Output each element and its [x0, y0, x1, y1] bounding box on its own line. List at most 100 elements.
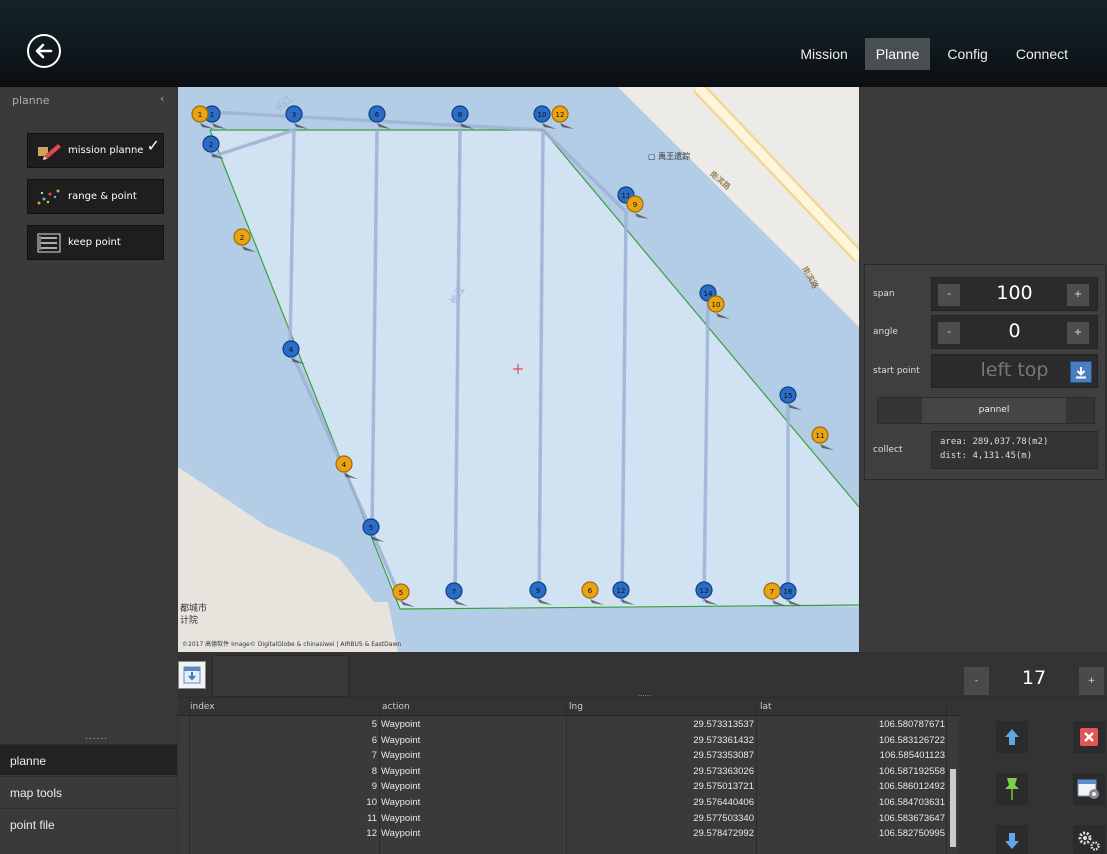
place-label: 计院 [180, 616, 199, 626]
table-row[interactable]: 11 Waypoint 29.577503340 106.583673647 [178, 811, 959, 826]
svg-text:12: 12 [617, 587, 626, 595]
tool-label: mission planne [68, 145, 144, 156]
cell-action: Waypoint [381, 765, 421, 777]
tool-label: keep point [68, 237, 121, 248]
span-minus-button[interactable]: - [938, 284, 960, 306]
count-plus-button[interactable]: + [1079, 667, 1104, 695]
delete-icon[interactable] [1073, 721, 1105, 753]
main-nav: Mission Planne Config Connect [783, 38, 1079, 70]
tab-map-tools[interactable]: map tools [0, 776, 177, 807]
cell-lng: 29.573361432 [693, 734, 754, 746]
span-value[interactable]: 100 [962, 282, 1067, 304]
sidebar-splitter[interactable]: ...... [85, 732, 108, 742]
cell-action: Waypoint [381, 828, 421, 840]
span-plus-button[interactable]: + [1067, 284, 1089, 306]
back-arrow-icon[interactable] [27, 34, 61, 68]
gears-icon[interactable] [1073, 825, 1105, 854]
nav-planne[interactable]: Planne [864, 38, 931, 70]
collect-summary: area: 289,037.78(m2) dist: 4,131.45(m) [931, 431, 1098, 469]
cell-lat: 106.582750995 [878, 828, 945, 840]
count-value[interactable]: 17 [1004, 667, 1064, 689]
span-stepper: - 100 + [931, 277, 1098, 311]
waypoint-toolbar: ...... - 17 + [178, 653, 1107, 698]
svg-text:5: 5 [399, 589, 403, 597]
dist-value: dist: 4,131.45(m) [940, 451, 1033, 461]
svg-text:4: 4 [342, 461, 347, 469]
cell-index: 10 [366, 797, 377, 808]
download-icon[interactable] [1070, 361, 1092, 383]
cell-lng: 29.573313537 [693, 719, 754, 730]
cell-index: 8 [371, 765, 377, 777]
cell-index: 9 [371, 781, 377, 793]
cell-index: 5 [371, 719, 377, 730]
table-row[interactable]: 9 Waypoint 29.575013721 106.586012492 [178, 779, 959, 794]
move-up-icon[interactable] [996, 721, 1028, 753]
toolbar-slot [212, 655, 349, 697]
pannel-button[interactable]: pannel [922, 398, 1066, 423]
table-row[interactable]: 5 Waypoint 29.573313537 106.580787671 [178, 717, 959, 732]
tab-planne[interactable]: planne [0, 744, 177, 775]
cell-lng: 29.577503340 [693, 812, 754, 824]
col-lat[interactable]: lat [760, 702, 772, 712]
cell-lat: 106.585401123 [879, 750, 945, 762]
export-icon[interactable] [178, 661, 206, 689]
cell-action: Waypoint [381, 781, 421, 793]
angle-plus-button[interactable]: + [1067, 322, 1089, 344]
svg-text:1: 1 [210, 111, 214, 119]
cell-lng: 29.576440406 [693, 797, 754, 808]
col-action[interactable]: action [382, 702, 410, 712]
svg-text:8: 8 [458, 111, 462, 119]
angle-minus-button[interactable]: - [938, 322, 960, 344]
svg-text:15: 15 [784, 392, 793, 400]
table-scrollbar[interactable] [950, 769, 956, 847]
table-row[interactable]: 8 Waypoint 29.573363026 106.587192558 [178, 764, 959, 779]
window-settings-icon[interactable] [1073, 773, 1105, 805]
svg-text:2: 2 [240, 234, 244, 242]
waypoint-actions [976, 713, 1107, 854]
cell-lat: 106.583673647 [878, 812, 945, 824]
map-view[interactable]: 1 2 3 4 5 6 7 8 9 10 11 12 13 14 15 16 1 2 4 5 6 7 9 10 11 12 ▢ … [178, 87, 859, 652]
svg-text:13: 13 [700, 587, 709, 595]
mission-planne-button[interactable]: mission planne ✓ [27, 133, 164, 168]
cell-action: Waypoint [381, 797, 421, 808]
keep-point-button[interactable]: keep point [27, 225, 164, 260]
move-down-icon[interactable] [996, 825, 1028, 854]
tool-label: range & point [68, 191, 137, 202]
svg-text:3: 3 [292, 111, 296, 119]
map-canvas[interactable]: 123456789101112 13141516 1245 6 79101112 [178, 87, 859, 652]
cell-lng: 29.578472992 [693, 828, 754, 840]
start-point-value: left top [980, 359, 1049, 381]
svg-text:9: 9 [633, 201, 637, 209]
svg-text:6: 6 [588, 587, 593, 595]
nav-connect[interactable]: Connect [1005, 38, 1079, 70]
table-row[interactable]: 6 Waypoint 29.573361432 106.583126722 [178, 733, 959, 748]
table-row[interactable]: 7 Waypoint 29.573353087 106.585401123 [178, 748, 959, 763]
waypoint-panel: ...... - 17 + index action lng lat 5 Wayp… [178, 653, 1107, 854]
table-row[interactable]: 10 Waypoint 29.576440406 106.584703631 [178, 795, 959, 810]
cell-index: 6 [371, 734, 377, 746]
svg-text:11: 11 [816, 432, 825, 440]
panel-grip[interactable]: ...... [638, 690, 651, 698]
planning-params: span - 100 + angle - 0 + start point lef… [864, 264, 1106, 480]
svg-text:10: 10 [712, 301, 721, 309]
col-lng[interactable]: lng [569, 702, 583, 712]
cell-lat: 106.587192558 [878, 765, 945, 777]
cell-lat: 106.586012492 [878, 781, 945, 793]
start-point-select[interactable]: left top [931, 354, 1098, 388]
collapse-chevron-icon[interactable]: ‹ [160, 92, 164, 105]
pushpin-icon[interactable] [996, 773, 1028, 805]
svg-text:6: 6 [375, 111, 380, 119]
range-point-button[interactable]: range & point [27, 179, 164, 214]
parameters-panel: span - 100 + angle - 0 + start point lef… [860, 87, 1107, 652]
table-row[interactable]: 12 Waypoint 29.578472992 106.582750995 [178, 826, 959, 841]
tab-point-file[interactable]: point file [0, 808, 177, 839]
svg-text:2: 2 [209, 141, 213, 149]
cell-action: Waypoint [381, 750, 421, 762]
nav-mission[interactable]: Mission [789, 38, 858, 70]
table-header: index action lng lat [178, 699, 959, 716]
nav-config[interactable]: Config [936, 38, 998, 70]
col-index[interactable]: index [190, 702, 215, 712]
angle-value[interactable]: 0 [962, 320, 1067, 342]
count-minus-button[interactable]: - [964, 667, 989, 695]
cell-lat: 106.584703631 [878, 797, 945, 808]
